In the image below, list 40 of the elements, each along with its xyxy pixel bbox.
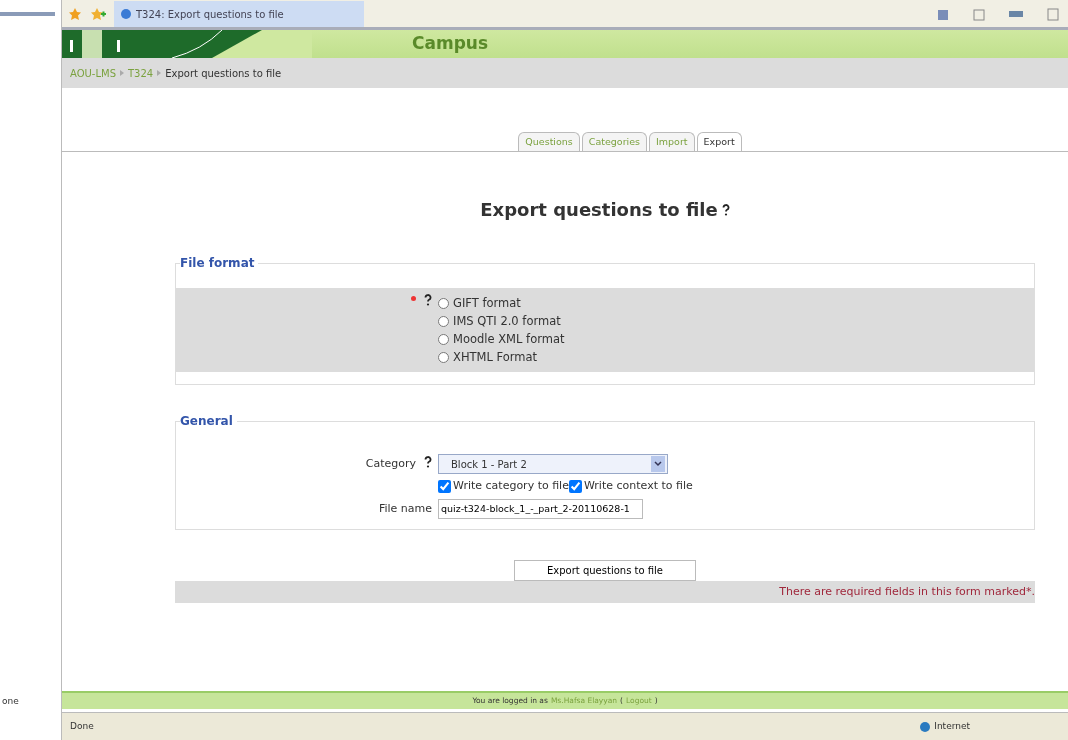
breadcrumb-arrow-icon — [156, 69, 163, 77]
page-title: Export questions to file — [480, 198, 718, 223]
format-radio[interactable] — [438, 315, 449, 327]
site-name: Campus — [412, 32, 489, 56]
checkbox-label: Write context to file — [583, 478, 693, 495]
file-name-field[interactable]: quiz-t324-block_1_-_part_2-20110628-1 — [438, 498, 643, 519]
breadcrumb-link[interactable]: AOU-LMS — [70, 65, 116, 81]
help-icon[interactable] — [721, 203, 730, 216]
required-fields-note: There are required fields in this form marked*. — [779, 584, 1035, 598]
star-icon[interactable] — [68, 6, 82, 21]
status-text: Done — [70, 719, 94, 733]
globe-icon — [919, 720, 932, 733]
tab[interactable]: Export — [696, 132, 742, 152]
browser-icon — [120, 8, 132, 20]
checkbox-label: Write category to file — [453, 478, 569, 495]
export-button[interactable]: Export questions to file — [514, 559, 696, 581]
radio-label: Moodle XML format — [453, 330, 565, 348]
plus-star-icon[interactable] — [90, 6, 106, 21]
format-radio[interactable] — [438, 351, 449, 363]
security-zone-text: Internet — [934, 719, 970, 733]
side-panel-text: one — [1, 694, 20, 708]
radio-label: IMS QTI 2.0 format — [453, 312, 561, 330]
help-icon[interactable] — [424, 294, 432, 307]
radio-label: XHTML Format — [453, 348, 538, 366]
format-radio[interactable] — [438, 333, 449, 345]
checkbox[interactable] — [438, 480, 451, 493]
category-select[interactable]: Block 1 - Part 2 — [438, 454, 668, 475]
browser-tab[interactable]: T324: Export questions to file — [114, 1, 364, 27]
breadcrumb-arrow-icon — [119, 69, 125, 77]
tab[interactable]: Categories — [581, 132, 647, 152]
checkbox[interactable] — [568, 480, 582, 493]
breadcrumb-current: Export questions to file — [165, 66, 282, 81]
tab[interactable]: Questions — [518, 132, 580, 152]
help-icon[interactable] — [424, 456, 432, 468]
tab[interactable]: Import — [649, 132, 695, 152]
field-label: File name — [378, 500, 432, 517]
field-label: Category — [365, 456, 416, 472]
format-radio[interactable] — [438, 297, 449, 309]
breadcrumb-link[interactable]: T324 — [128, 65, 154, 81]
radio-label: GIFT format — [453, 294, 521, 312]
